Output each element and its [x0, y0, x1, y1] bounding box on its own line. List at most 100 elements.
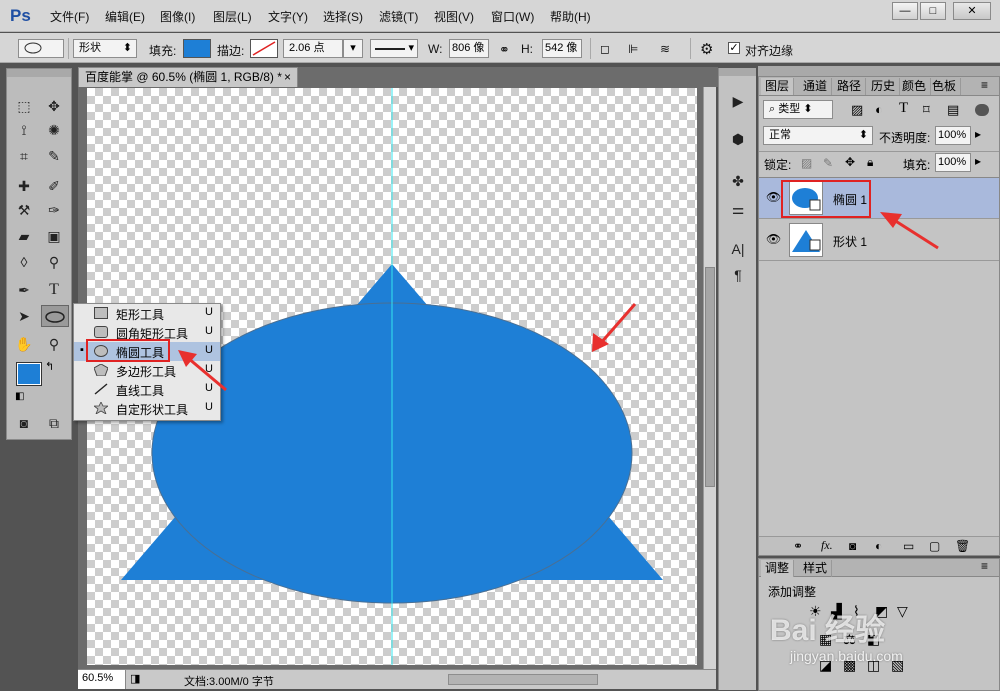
trash-icon[interactable]: 🗑︎ [955, 539, 970, 553]
healing-brush-tool-icon[interactable]: ✚ [13, 175, 35, 197]
fx-icon[interactable]: fx. [821, 538, 833, 553]
horizontal-scrollbar[interactable] [448, 674, 598, 685]
fill-swatch[interactable] [183, 39, 211, 58]
ellipse-tool-icon[interactable] [41, 305, 69, 327]
eye-icon[interactable]: 👁︎ [766, 190, 781, 204]
default-colors-icon[interactable]: ◧ [15, 391, 24, 402]
height-input[interactable]: 542 像 [542, 39, 582, 58]
eye-icon[interactable]: 👁︎ [766, 232, 781, 246]
tool-preset-picker[interactable] [18, 39, 64, 58]
maximize-button[interactable]: □ [920, 2, 946, 20]
width-input[interactable]: 806 像 [449, 39, 489, 58]
path-select-tool-icon[interactable]: ➤ [13, 305, 35, 327]
stroke-width-input[interactable]: 2.06 点 [283, 39, 343, 58]
quick-mask-icon[interactable]: ◙ [13, 412, 35, 434]
move-tool-icon[interactable]: ✥ [43, 95, 65, 117]
tab-paths[interactable]: 路径 [833, 78, 867, 95]
panel-menu-icon[interactable]: ≡ [981, 78, 988, 92]
flyout-item-rectangle[interactable]: 矩形工具 U [74, 304, 220, 323]
chevron-down-icon[interactable]: ▸ [975, 154, 981, 168]
minimize-button[interactable]: — [892, 2, 918, 20]
gear-icon[interactable]: ⚙ [700, 40, 713, 58]
menu-window[interactable]: 窗口(W) [491, 8, 534, 25]
path-alignment-icon[interactable]: ⊫ [628, 42, 638, 56]
menu-edit[interactable]: 编辑(E) [105, 8, 145, 25]
menu-view[interactable]: 视图(V) [434, 8, 474, 25]
tab-swatches[interactable]: 色板 [928, 78, 962, 95]
blend-mode-select[interactable]: 正常 ⬍ [763, 126, 873, 145]
tab-layers[interactable]: 图层 [761, 78, 795, 95]
path-arrangement-icon[interactable]: ≋ [660, 42, 670, 56]
new-layer-icon[interactable]: ▢ [929, 539, 940, 553]
add-mask-icon[interactable]: ◙ [849, 539, 856, 553]
hand-tool-icon[interactable]: ✋ [13, 333, 35, 355]
chevron-down-icon[interactable]: ▸ [975, 127, 981, 141]
tab-channels[interactable]: 通道 [799, 78, 833, 95]
adjustments-sliders-icon[interactable]: ⚌ [725, 198, 751, 220]
screen-mode-icon[interactable]: ⧉ [43, 412, 65, 434]
3d-icon[interactable]: ⬢ [725, 128, 751, 150]
new-group-icon[interactable]: ▭ [903, 539, 914, 553]
history-brush-tool-icon[interactable]: ✑ [43, 199, 65, 221]
link-layers-icon[interactable]: ⚭ [793, 539, 803, 553]
vertical-scrollbar[interactable] [703, 87, 716, 669]
menu-help[interactable]: 帮助(H) [550, 8, 591, 25]
lock-image-icon[interactable]: ✎ [823, 156, 833, 170]
tab-adjustments[interactable]: 调整 [761, 560, 795, 577]
close-tab-icon[interactable]: × [284, 68, 291, 87]
chevron-down-icon[interactable]: ▾ [343, 39, 363, 58]
flyout-item-custom-shape[interactable]: 自定形状工具 U [74, 399, 220, 418]
status-menu-icon[interactable]: ◨ [130, 672, 140, 685]
fill-input[interactable]: 100% [935, 153, 971, 172]
brush-tool-icon[interactable]: ✐ [43, 175, 65, 197]
close-button[interactable]: ✕ [953, 2, 991, 20]
eyedropper-tool-icon[interactable]: ✎ [43, 145, 65, 167]
document-tab[interactable]: 百度能掌 @ 60.5% (椭圆 1, RGB/8) * × [78, 67, 298, 87]
filter-toggle[interactable] [975, 104, 989, 116]
play-icon[interactable]: ▶ [725, 90, 751, 112]
menu-file[interactable]: 文件(F) [50, 8, 89, 25]
tab-history[interactable]: 历史 [867, 78, 901, 95]
swap-colors-icon[interactable]: ↰ [45, 360, 54, 373]
marquee-tool-icon[interactable]: ⬚ [13, 95, 35, 117]
brush-presets-icon[interactable]: ✤ [725, 170, 751, 192]
menu-layer[interactable]: 图层(L) [213, 8, 252, 25]
type-tool-icon[interactable]: T [43, 279, 65, 301]
filter-shape-icon[interactable]: ⌑ [923, 102, 930, 118]
tab-styles[interactable]: 样式 [799, 560, 833, 577]
filter-pixel-icon[interactable]: ▨ [851, 102, 863, 118]
character-icon[interactable]: A| [725, 238, 751, 260]
stroke-type-select[interactable]: ▾ [370, 39, 418, 58]
filter-adjustment-icon[interactable]: ◐ [875, 102, 883, 117]
foreground-color-swatch[interactable] [16, 362, 42, 386]
zoom-tool-icon[interactable]: ⚲ [43, 333, 65, 355]
layer-filter-select[interactable]: ⌕ 类型 ⬍ [763, 100, 833, 119]
tab-color[interactable]: 颜色 [898, 78, 932, 95]
menu-select[interactable]: 选择(S) [323, 8, 363, 25]
lock-all-icon[interactable]: 🔒︎ [867, 155, 873, 170]
eraser-tool-icon[interactable]: ▰ [13, 225, 35, 247]
filter-type-icon[interactable]: T [899, 100, 908, 117]
filter-smart-object-icon[interactable]: ▤ [947, 102, 959, 118]
menu-type[interactable]: 文字(Y) [268, 8, 308, 25]
align-edges-checkbox[interactable]: ✓ [728, 42, 740, 54]
clone-stamp-tool-icon[interactable]: ⚒ [13, 199, 35, 221]
blur-tool-icon[interactable]: ◊ [13, 251, 35, 273]
pen-tool-icon[interactable]: ✒ [13, 279, 35, 301]
menu-filter[interactable]: 滤镜(T) [379, 8, 418, 25]
path-operations-icon[interactable]: ◻ [600, 42, 610, 56]
paragraph-icon[interactable]: ¶ [725, 264, 751, 286]
opacity-input[interactable]: 100% [935, 126, 971, 145]
panel-menu-icon[interactable]: ≡ [981, 559, 988, 573]
gradient-tool-icon[interactable]: ▣ [43, 225, 65, 247]
new-adjustment-icon[interactable]: ◐ [875, 539, 882, 553]
dodge-tool-icon[interactable]: ⚲ [43, 251, 65, 273]
crop-tool-icon[interactable]: ⌗ [13, 145, 35, 167]
scroll-thumb[interactable] [705, 267, 715, 487]
vibrance-icon[interactable]: ▽ [897, 603, 908, 620]
quick-select-tool-icon[interactable]: ✺ [43, 119, 65, 141]
layer-name[interactable]: 形状 1 [833, 233, 867, 250]
stroke-swatch[interactable] [250, 39, 278, 58]
mode-select[interactable]: 形状 ⬍ [73, 39, 137, 58]
lock-transparent-icon[interactable]: ▨ [801, 156, 812, 170]
